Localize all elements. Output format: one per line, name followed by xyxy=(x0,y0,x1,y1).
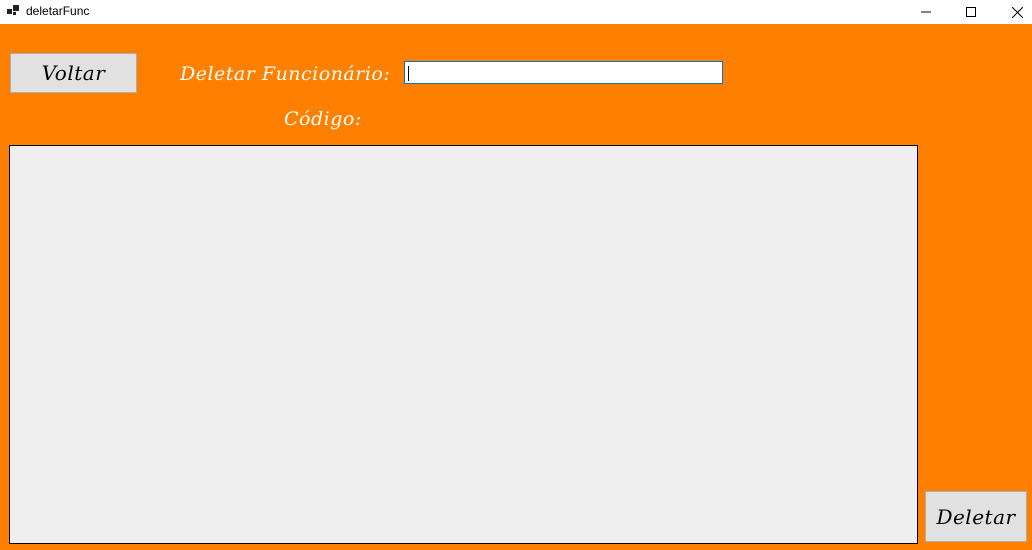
minimize-button[interactable] xyxy=(903,0,949,24)
app-icon xyxy=(7,5,19,15)
delete-employee-label: Deletar Funcionário: xyxy=(180,63,391,85)
minimize-icon xyxy=(921,11,931,13)
title-bar[interactable]: deletarFunc xyxy=(0,0,1032,24)
app-window: deletarFunc Voltar Deletar Funcionário: … xyxy=(0,0,1032,550)
maximize-button[interactable] xyxy=(948,0,994,24)
close-icon xyxy=(1011,6,1023,18)
window-title: deletarFunc xyxy=(26,4,90,18)
form-client-area: Voltar Deletar Funcionário: Código: Dele… xyxy=(0,24,1032,550)
delete-button[interactable]: Deletar xyxy=(925,491,1027,542)
back-button[interactable]: Voltar xyxy=(10,53,137,93)
close-button[interactable] xyxy=(994,0,1032,24)
maximize-icon xyxy=(966,7,976,17)
text-caret xyxy=(408,66,409,82)
employee-code-input[interactable] xyxy=(404,61,723,84)
employee-data-grid[interactable] xyxy=(9,145,918,544)
code-label: Código: xyxy=(284,108,362,130)
